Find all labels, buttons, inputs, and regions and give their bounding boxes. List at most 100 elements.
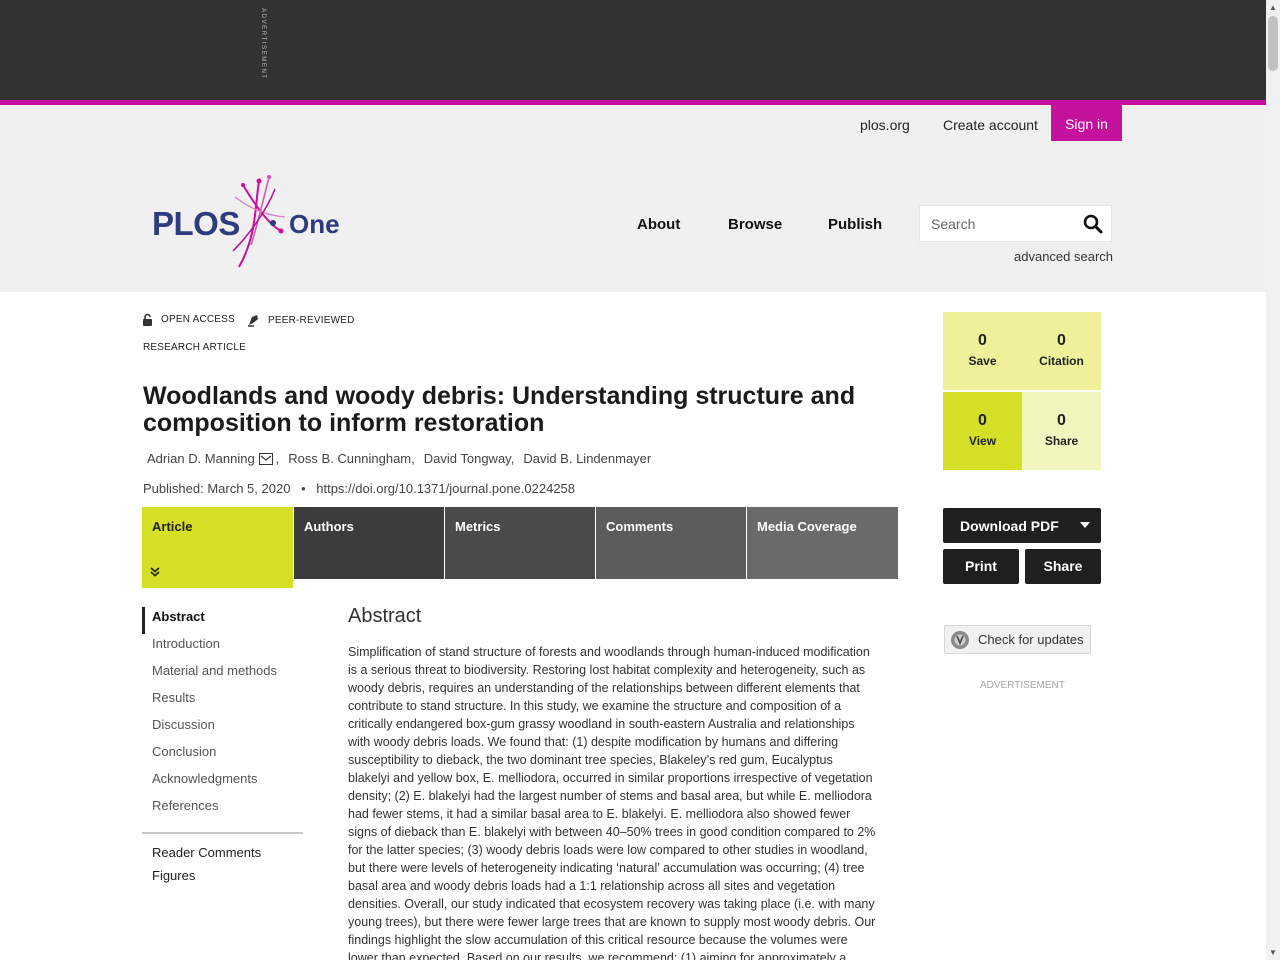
print-button[interactable]: Print — [943, 549, 1019, 584]
abstract-line: contribute to stand structure. In this s… — [348, 699, 842, 713]
abstract-line: for the latter species; (3) woody debris… — [348, 843, 868, 857]
tab-label: Metrics — [455, 519, 501, 534]
metric-label: Save — [968, 354, 997, 368]
abstract-line: with woody debris loads. We found that: … — [348, 735, 839, 749]
metric-value: 0 — [978, 412, 987, 429]
tab-label: Media Coverage — [757, 519, 857, 534]
nav-publish[interactable]: Publish — [828, 216, 882, 233]
toc-item-results[interactable]: Results — [142, 688, 303, 715]
mail-icon[interactable] — [258, 452, 273, 465]
tab-label: Authors — [304, 519, 354, 534]
advanced-search-link[interactable]: advanced search — [1014, 249, 1113, 264]
check-for-updates-label: Check for updates — [978, 632, 1084, 647]
tab-label: Comments — [606, 519, 674, 534]
caret-down-icon[interactable] — [1080, 522, 1090, 528]
create-account-link[interactable]: Create account — [943, 117, 1038, 133]
toc-item-acknowledgments[interactable]: Acknowledgments — [142, 769, 303, 796]
tab-media-coverage[interactable]: Media Coverage — [747, 507, 898, 579]
metric-value: 0 — [1057, 412, 1066, 429]
metric-value: 0 — [1057, 332, 1066, 349]
reader-comments-link[interactable]: Reader Comments — [152, 845, 261, 860]
nav-browse[interactable]: Browse — [728, 216, 782, 233]
share-button[interactable]: Share — [1025, 549, 1101, 584]
abstract-line: Simplification of stand structure of for… — [348, 645, 870, 659]
toc-item-discussion[interactable]: Discussion — [142, 715, 303, 742]
abstract-line: young trees), but there were fewer large… — [348, 915, 876, 929]
scroll-thumb[interactable] — [1268, 16, 1278, 71]
article-tabs: Article Authors Metrics Comments Media C… — [142, 507, 898, 589]
open-access-badge: OPEN ACCESS — [142, 313, 235, 326]
toc-item-introduction[interactable]: Introduction — [142, 634, 303, 661]
nav-about[interactable]: About — [637, 216, 680, 233]
abstract-line: but there were levels of heterogeneity i… — [348, 861, 865, 875]
check-for-updates-button[interactable]: Check for updates — [944, 625, 1091, 654]
peer-reviewed-label: PEER-REVIEWED — [268, 314, 355, 326]
search-input[interactable] — [920, 206, 1070, 241]
abstract-line: findings highlight the slow accumulation… — [348, 933, 848, 947]
abstract-line: had fewer stems, it had a similar basal … — [348, 807, 851, 821]
search-icon[interactable] — [1083, 214, 1103, 234]
plos-org-link[interactable]: plos.org — [860, 117, 910, 133]
abstract-line: critically endangered box-gum grassy woo… — [348, 717, 855, 731]
sign-in-button[interactable]: Sign in — [1051, 105, 1122, 141]
article-title: Woodlands and woody debris: Understandin… — [143, 382, 856, 437]
toc-item-references[interactable]: References — [142, 796, 303, 823]
crossmark-icon — [951, 631, 969, 649]
abstract-heading: Abstract — [348, 605, 422, 627]
toc-divider — [142, 832, 303, 834]
peer-reviewed-icon — [248, 315, 258, 327]
toc-item-material-and-methods[interactable]: Material and methods — [142, 661, 303, 688]
open-access-label: OPEN ACCESS — [161, 314, 235, 325]
figures-link[interactable]: Figures — [152, 868, 195, 883]
toc-item-conclusion[interactable]: Conclusion — [142, 742, 303, 769]
tab-article[interactable]: Article — [142, 507, 293, 588]
plos-one-logo[interactable]: PLOS One — [145, 175, 355, 275]
site-header: plos.org Create account Sign in PLOS One… — [0, 105, 1266, 292]
scroll-up-arrow-icon[interactable]: ▲ — [1269, 3, 1277, 12]
published-date: Published: March 5, 2020 — [143, 481, 291, 496]
abstract-line: susceptibility to dieback, the two domin… — [348, 753, 833, 767]
logo-one-text: One — [289, 209, 340, 239]
tab-comments[interactable]: Comments — [596, 507, 746, 579]
metric-view[interactable]: 0 View — [943, 392, 1022, 470]
article-type-label: RESEARCH ARTICLE — [143, 342, 247, 353]
author-list: Adrian D. Manning , Ross B. Cunningham, … — [147, 451, 652, 466]
metric-citation[interactable]: 0 Citation — [1022, 312, 1101, 390]
advertisement-banner: ADVERTISEMENT — [0, 0, 1266, 100]
advertisement-label: ADVERTISEMENT — [980, 680, 1065, 691]
abstract-line: is a serious threat to biodiversity. Res… — [348, 663, 866, 677]
logo-plos-text: PLOS — [152, 205, 240, 242]
abstract-line: basal area and woody debris loads had a … — [348, 879, 836, 893]
author-name[interactable]: David B. Lindenmayer — [523, 451, 651, 466]
metric-save[interactable]: 0 Save — [943, 312, 1022, 390]
publication-line: Published: March 5, 2020 • https://doi.o… — [143, 481, 575, 496]
metric-value: 0 — [978, 332, 987, 349]
abstract-line: signs of dieback than E. blakelyi with b… — [348, 825, 876, 839]
scroll-down-arrow-icon[interactable]: ▼ — [1269, 948, 1277, 957]
metric-label: View — [968, 434, 997, 448]
tab-metrics[interactable]: Metrics — [445, 507, 595, 579]
abstract-text: Simplification of stand structure of for… — [348, 643, 900, 960]
advertisement-label: ADVERTISEMENT — [260, 8, 266, 80]
open-lock-icon — [143, 313, 152, 326]
search-box — [919, 205, 1112, 242]
author-name[interactable]: Adrian D. Manning — [147, 451, 255, 466]
chevron-double-down-icon — [150, 567, 160, 580]
toc-item-abstract[interactable]: Abstract — [142, 607, 303, 634]
metric-label: Citation — [1039, 354, 1084, 368]
tab-label: Article — [152, 519, 193, 534]
abstract-line: lower than expected. Based on our result… — [348, 951, 847, 960]
metric-share[interactable]: 0 Share — [1022, 392, 1101, 470]
article-table-of-contents: Abstract Introduction Material and metho… — [142, 607, 303, 823]
abstract-line: blakelyi and yellow box, E. melliodora, … — [348, 771, 873, 785]
abstract-line: densities. Overall, our study indicated … — [348, 897, 875, 911]
author-name[interactable]: David Tongway, — [424, 451, 515, 466]
author-name[interactable]: Ross B. Cunningham, — [288, 451, 414, 466]
page-scrollbar[interactable]: ▲ ▼ — [1266, 0, 1280, 960]
metric-label: Share — [1044, 434, 1079, 448]
download-pdf-button[interactable]: Download PDF — [943, 508, 1101, 543]
tab-authors[interactable]: Authors — [294, 507, 444, 579]
doi-link[interactable]: https://doi.org/10.1371/journal.pone.022… — [316, 481, 575, 496]
abstract-line: density; (2) E. blakelyi had the largest… — [348, 789, 872, 803]
abstract-line: woody debris, requires an understanding … — [348, 681, 860, 695]
